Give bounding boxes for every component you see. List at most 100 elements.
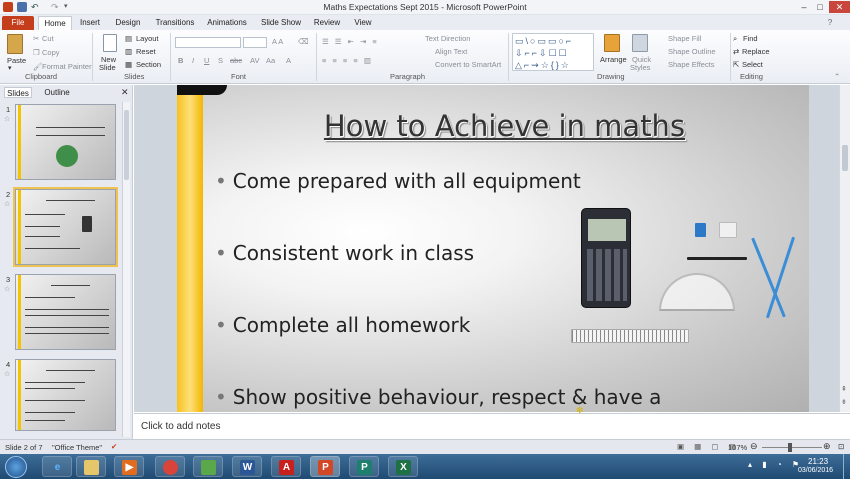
bullet-item[interactable]: • Complete all homework [215,313,470,337]
tray-icons[interactable]: ▴ ▮ ◔ ⚑ [748,460,803,469]
reset-icon: ▥ [125,47,133,56]
char-spacing-icon[interactable]: AV [250,56,259,65]
layout-button[interactable]: Layout [136,34,159,43]
select-icon: ⇱ [733,60,740,69]
section-button[interactable]: Section [136,60,161,69]
fit-slide-icon[interactable]: ⊡ [838,442,844,451]
bullet-item[interactable]: • Consistent work in class [215,241,474,265]
thumb-number: 1 [6,105,11,114]
new-slide-button[interactable]: Slide [99,63,116,72]
slide-thumbnail-3[interactable] [15,274,116,350]
new-slide-icon[interactable] [103,34,117,52]
excel-icon[interactable]: X [388,456,418,477]
font-color-icon[interactable]: A [286,56,291,65]
slides-pane-scrollbar[interactable] [122,102,130,437]
app-icon[interactable] [193,456,223,477]
acrobat-icon[interactable]: A [271,456,301,477]
tab-insert[interactable]: Insert [76,16,104,30]
media-player-icon[interactable]: ▶ [114,456,144,477]
arrange-icon[interactable] [604,34,620,52]
zoom-slider[interactable] [762,447,822,448]
word-icon[interactable]: W [232,456,262,477]
zoom-slider-thumb[interactable] [788,443,792,452]
grow-font-icon[interactable]: A A [272,37,283,46]
select-button[interactable]: Select [742,60,763,69]
shape-fill-button[interactable]: Shape Fill [668,34,701,43]
drawing-group-label: Drawing [597,72,625,81]
clock-date[interactable]: 03/06/2016 [798,467,833,474]
italic-icon[interactable]: I [192,56,194,65]
reset-button[interactable]: Reset [136,47,156,56]
format-painter-button[interactable]: Format Painter [42,62,92,71]
explorer-icon[interactable] [76,456,106,477]
clear-formatting-icon[interactable]: ⌫ [298,37,309,46]
spell-check-icon[interactable]: ✔ [111,442,117,451]
slide-accent-bar [177,85,203,412]
convert-smartart-button[interactable]: Convert to SmartArt [435,60,501,69]
tab-home[interactable]: Home [38,16,72,30]
change-case-icon[interactable]: Aa [266,56,275,65]
quick-styles-icon[interactable] [632,34,648,52]
publisher-icon[interactable]: P [349,456,379,477]
cut-button[interactable]: Cut [42,34,54,43]
zoom-level[interactable]: 107% [728,443,747,452]
chrome-icon[interactable] [155,456,185,477]
bullets-icon[interactable]: ☰ ☰ ⇤ ⇥ ≡ [322,37,379,46]
zoom-out-icon[interactable]: ⊖ [750,441,758,452]
shape-effects-button[interactable]: Shape Effects [668,60,715,69]
bullet-item[interactable]: • Show positive behaviour, respect & have… [215,385,661,409]
bold-icon[interactable]: B [178,56,183,65]
paragraph-group-label: Paragraph [390,72,426,81]
slide-thumbnail-4[interactable] [15,359,116,431]
slide-thumbnail-2[interactable] [13,187,118,267]
find-button[interactable]: Find [743,34,758,43]
slide-title[interactable]: How to Achieve in maths [287,109,722,143]
copy-icon: ❐ [33,48,40,57]
copy-button[interactable]: Copy [42,48,60,57]
minimize-button[interactable]: – [796,1,812,13]
bullet-item[interactable]: • Come prepared with all equipment [215,169,581,193]
shapes-gallery[interactable]: ▭\○▭▭○⌐ ⇩⌐⌐⇩☐☐ △⌐⇝☆{}☆ [512,33,594,71]
paste-icon[interactable] [7,34,23,54]
tab-design[interactable]: Design [112,16,144,30]
notes-pane[interactable]: Click to add notes [134,413,850,439]
replace-button[interactable]: Replace [742,47,770,56]
tab-animations[interactable]: Animations [204,16,250,30]
slide-thumbnail-1[interactable] [15,104,116,180]
start-button[interactable] [5,456,27,478]
shadow-icon[interactable]: S [218,56,223,65]
tab-file[interactable]: File [2,16,34,30]
align-icons[interactable]: ≡ ≡ ≡ ≡ ▥ [322,56,373,65]
font-family-combo[interactable] [175,37,241,48]
slide-canvas[interactable]: How to Achieve in maths • Come prepared w… [177,85,809,412]
clock-time[interactable]: 21:23 [808,457,828,466]
tab-outline[interactable]: Outline [40,87,74,98]
thumb-number: 2 [6,190,11,199]
star-icon: ☆ [4,116,11,123]
align-text-button[interactable]: Align Text [435,47,467,56]
slide-scrollbar[interactable]: ⇞ ⇟ [839,85,850,412]
quick-styles-button[interactable]: Styles [630,63,650,72]
font-size-combo[interactable] [243,37,267,48]
tab-slides[interactable]: Slides [4,87,32,98]
strikethrough-icon[interactable]: abc [230,56,242,65]
collapse-ribbon-icon[interactable]: ⌃ [834,72,840,81]
tab-slide-show[interactable]: Slide Show [258,16,304,30]
ie-icon[interactable]: e [42,456,72,477]
protractor-image [659,273,735,311]
underline-icon[interactable]: U [204,56,209,65]
arrange-button[interactable]: Arrange [600,55,627,64]
tab-review[interactable]: Review [312,16,342,30]
text-direction-button[interactable]: Text Direction [425,34,470,43]
show-desktop-button[interactable] [843,454,850,479]
editing-group-label: Editing [740,72,763,81]
close-button[interactable]: ✕ [829,1,850,13]
zoom-in-icon[interactable]: ⊕ [823,441,831,452]
powerpoint-taskbar-icon[interactable]: P [310,456,340,477]
maximize-button[interactable]: □ [812,1,828,13]
help-icon[interactable]: ? [825,16,835,30]
tab-transitions[interactable]: Transitions [152,16,198,30]
tab-view[interactable]: View [350,16,376,30]
shape-outline-button[interactable]: Shape Outline [668,47,716,56]
close-pane-icon[interactable]: ✕ [121,87,129,98]
